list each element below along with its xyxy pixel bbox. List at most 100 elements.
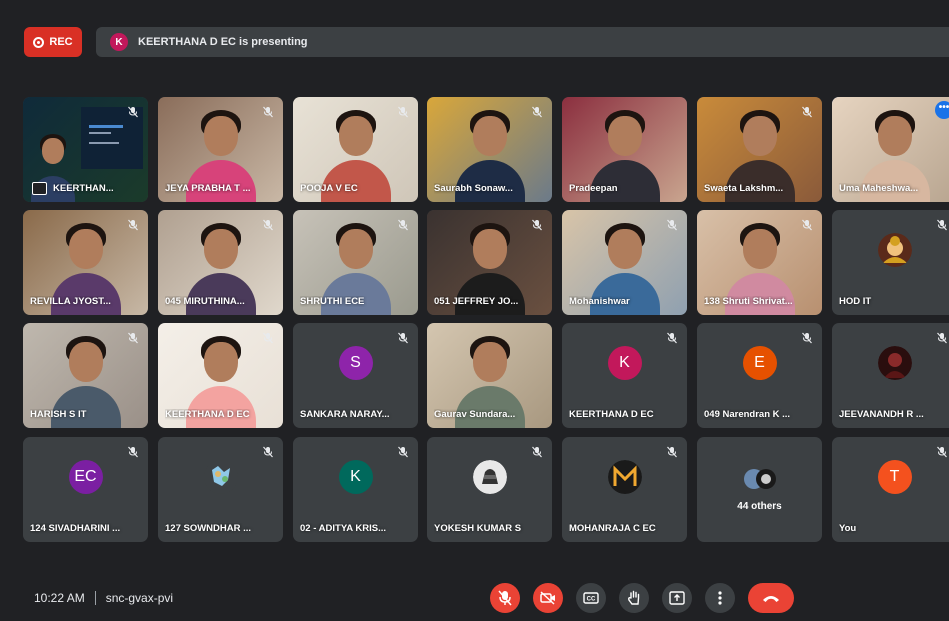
participant-tile[interactable]: Mohanishwar — [562, 210, 687, 315]
participant-tile[interactable]: MOHANRAJA C EC — [562, 437, 687, 542]
more-options-icon[interactable]: ••• — [935, 101, 949, 119]
mic-muted-icon — [802, 219, 812, 231]
mic-muted-icon — [937, 446, 947, 458]
camera-toggle-button[interactable] — [533, 583, 563, 613]
participant-tile[interactable]: E 049 Narendran K ... — [697, 323, 822, 428]
participant-tile[interactable]: Uma Maheshwa... ••• — [832, 97, 949, 202]
end-call-icon — [763, 596, 779, 602]
participant-tile[interactable]: K 02 - ADITYA KRIS... — [293, 437, 418, 542]
mic-muted-icon — [398, 219, 408, 231]
mic-muted-icon — [128, 446, 138, 458]
participant-name: SHRUTHI ECE — [300, 296, 365, 307]
participant-name: JEEVANANDH R ... — [839, 409, 924, 420]
meeting-info: 10:22 AM snc-gvax-pvi — [34, 591, 173, 605]
participant-tile[interactable]: EC 124 SIVADHARINI ... — [23, 437, 148, 542]
mic-toggle-button[interactable] — [490, 583, 520, 613]
more-options-icon — [718, 591, 722, 605]
participant-name: 138 Shruti Shrivat... — [704, 296, 793, 307]
mic-muted-icon — [263, 332, 273, 344]
profile-photo — [877, 346, 912, 380]
mic-muted-icon — [937, 332, 947, 344]
participant-tile[interactable]: POOJA V EC — [293, 97, 418, 202]
participant-tile[interactable]: JEYA PRABHA T ... — [158, 97, 283, 202]
others-count: 44 others — [737, 501, 782, 512]
profile-photo — [607, 460, 642, 494]
present-screen-button[interactable] — [662, 583, 692, 613]
raise-hand-button[interactable] — [619, 583, 649, 613]
participant-name: Saurabh Sonaw... — [434, 183, 513, 194]
participant-tile[interactable]: K KEERTHANA D EC — [562, 323, 687, 428]
profile-photo — [877, 233, 912, 267]
participant-name: HOD IT — [839, 296, 872, 307]
bottom-bar: 10:22 AM snc-gvax-pvi CC — [0, 580, 949, 621]
participant-name: Gaurav Sundara... — [434, 409, 516, 420]
participant-tile[interactable]: T You — [832, 437, 949, 542]
mic-muted-icon — [398, 446, 408, 458]
participant-name: 127 SOWNDHAR ... — [165, 523, 252, 534]
participant-name: Pradeepan — [569, 183, 618, 194]
participant-name: 049 Narendran K ... — [704, 409, 791, 420]
others-avatars-icon — [743, 469, 776, 489]
mic-muted-icon — [398, 332, 408, 344]
captions-button[interactable]: CC — [576, 583, 606, 613]
mic-off-icon — [498, 590, 512, 606]
participant-tile[interactable]: 045 MIRUTHINA... — [158, 210, 283, 315]
participant-tile[interactable]: Gaurav Sundara... — [427, 323, 552, 428]
participant-tile[interactable]: 44 others — [697, 437, 822, 542]
participant-tile[interactable]: KEERTHAN... — [23, 97, 148, 202]
participant-name: POOJA V EC — [300, 183, 358, 194]
raise-hand-icon — [628, 590, 640, 605]
participant-name: You — [839, 523, 857, 534]
participant-name: YOKESH KUMAR S — [434, 523, 522, 534]
mic-muted-icon — [532, 219, 542, 231]
participant-tile[interactable]: HARISH S IT — [23, 323, 148, 428]
participant-tile[interactable]: JEEVANANDH R ... — [832, 323, 949, 428]
participant-tile[interactable]: 051 JEFFREY JO... — [427, 210, 552, 315]
participant-name: Swaeta Lakshm... — [704, 183, 784, 194]
mic-muted-icon — [128, 106, 138, 118]
participant-grid: KEERTHAN... JEYA PRABHA T ... POOJA V EC Sa… — [0, 0, 949, 621]
participant-tile[interactable]: YOKESH KUMAR S — [427, 437, 552, 542]
participant-tile[interactable]: 127 SOWNDHAR ... — [158, 437, 283, 542]
mic-muted-icon — [532, 106, 542, 118]
participant-tile[interactable]: SHRUTHI ECE — [293, 210, 418, 315]
participant-avatar: EC — [68, 460, 103, 494]
participant-name: KEERTHAN... — [53, 183, 114, 194]
participant-name: 124 SIVADHARINI ... — [30, 523, 121, 534]
participant-tile[interactable]: Pradeepan — [562, 97, 687, 202]
mic-muted-icon — [532, 446, 542, 458]
participant-name: Uma Maheshwa... — [839, 183, 919, 194]
participant-avatar: E — [742, 346, 777, 380]
mic-muted-icon — [667, 332, 677, 344]
participant-avatar: S — [338, 346, 373, 380]
mic-muted-icon — [937, 219, 947, 231]
mic-muted-icon — [398, 106, 408, 118]
mic-muted-icon — [802, 332, 812, 344]
captions-icon: CC — [583, 592, 599, 604]
participant-tile[interactable]: S SANKARA NARAY... — [293, 323, 418, 428]
mic-muted-icon — [263, 219, 273, 231]
participant-tile[interactable]: KEERTHANA D EC — [158, 323, 283, 428]
meeting-code: snc-gvax-pvi — [105, 591, 174, 605]
participant-name: KEERTHANA D EC — [165, 409, 250, 420]
clock-time: 10:22 AM — [34, 591, 85, 605]
participant-avatar: T — [877, 460, 912, 494]
participant-tile[interactable]: HOD IT — [832, 210, 949, 315]
end-call-button[interactable] — [748, 583, 794, 613]
participant-name: SANKARA NARAY... — [300, 409, 390, 420]
participant-name: REVILLA JYOST... — [30, 296, 111, 307]
participant-tile[interactable]: 138 Shruti Shrivat... — [697, 210, 822, 315]
mic-muted-icon — [802, 106, 812, 118]
participant-avatar: K — [607, 346, 642, 380]
mic-muted-icon — [667, 446, 677, 458]
participant-tile[interactable]: Saurabh Sonaw... — [427, 97, 552, 202]
more-options-button[interactable] — [705, 583, 735, 613]
participant-name: HARISH S IT — [30, 409, 87, 420]
participant-name: JEYA PRABHA T ... — [165, 183, 251, 194]
participant-name: Mohanishwar — [569, 296, 630, 307]
mic-muted-icon — [667, 219, 677, 231]
screen-share-icon — [32, 182, 47, 195]
participant-tile[interactable]: Swaeta Lakshm... — [697, 97, 822, 202]
svg-text:CC: CC — [587, 597, 596, 603]
participant-tile[interactable]: REVILLA JYOST... — [23, 210, 148, 315]
